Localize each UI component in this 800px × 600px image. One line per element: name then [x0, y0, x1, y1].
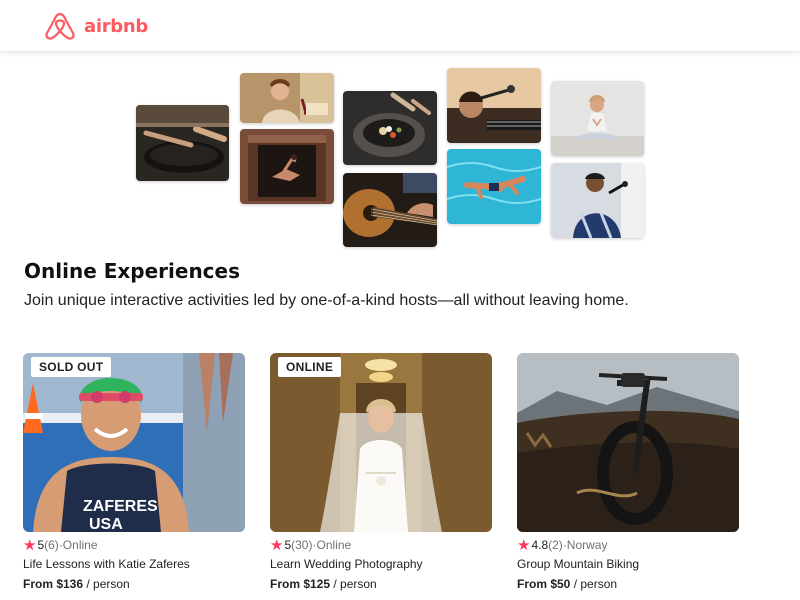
guitar-playing-photo	[343, 173, 437, 247]
airbnb-logo[interactable]: airbnb	[42, 11, 148, 41]
logo-wordmark: airbnb	[84, 15, 148, 37]
card-meta: ★ 5 (30) ·Online	[270, 537, 492, 553]
page-subtitle: Join unique interactive activities led b…	[24, 292, 629, 309]
location-label: ·Online	[312, 538, 352, 552]
experience-card[interactable]: ZAFERES USA SOLD OUT ★ 5 (6) ·Online Lif…	[23, 353, 245, 591]
card-price: From $125 / person	[270, 577, 492, 591]
price-unit: / person	[83, 577, 130, 591]
singer-with-mic-photo	[447, 68, 541, 143]
card-meta: ★ 4.8 (2) ·Norway	[517, 537, 739, 553]
experience-card[interactable]: ONLINE ★ 5 (30) ·Online Learn Wedding Ph…	[270, 353, 492, 591]
card-title[interactable]: Life Lessons with Katie Zaferes	[23, 557, 245, 573]
price-amount: From $50	[517, 577, 571, 591]
meditation-photo	[551, 81, 644, 156]
svg-text:USA: USA	[89, 516, 123, 532]
location-label: ·Norway	[562, 538, 608, 552]
swimmer-photo	[447, 149, 541, 224]
woman-with-wine-photo	[240, 73, 334, 123]
star-icon: ★	[23, 536, 37, 554]
page-title: Online Experiences	[24, 259, 241, 283]
location-label: ·Online	[58, 538, 98, 552]
rating-value: 4.8	[531, 538, 549, 552]
price-unit: / person	[330, 577, 377, 591]
status-badge: SOLD OUT	[31, 357, 112, 377]
airbnb-belo-icon	[45, 12, 75, 40]
rating-value: 5	[37, 538, 45, 552]
price-unit: / person	[570, 577, 618, 591]
card-title[interactable]: Group Mountain Biking	[517, 557, 739, 573]
experience-card[interactable]: ★ 4.8 (2) ·Norway Group Mountain Biking …	[517, 353, 739, 591]
rapper-performing-photo	[551, 163, 644, 238]
bride-photo[interactable]: ONLINE	[270, 353, 492, 532]
card-price: From $50 / person	[517, 577, 739, 591]
star-icon: ★	[517, 536, 531, 554]
card-meta: ★ 5 (6) ·Online	[23, 537, 245, 553]
price-amount: From $136	[23, 577, 84, 591]
top-nav: airbnb	[0, 0, 800, 52]
rating-value: 5	[284, 538, 292, 552]
cooking-pan-photo	[136, 105, 229, 181]
review-count: (6)	[44, 538, 59, 552]
plated-dish-photo	[343, 91, 437, 165]
svg-text:ZAFERES: ZAFERES	[83, 498, 158, 515]
price-amount: From $125	[270, 577, 331, 591]
review-count: (2)	[548, 538, 563, 552]
card-title[interactable]: Learn Wedding Photography	[270, 557, 492, 573]
review-count: (30)	[291, 538, 313, 552]
status-badge: ONLINE	[278, 357, 342, 377]
star-icon: ★	[270, 536, 284, 554]
card-price: From $136 / person	[23, 577, 245, 591]
mountain-bike-photo[interactable]	[517, 353, 739, 532]
triathlete-photo[interactable]: ZAFERES USA SOLD OUT	[23, 353, 245, 532]
dancer-in-doorway-photo	[240, 129, 334, 204]
